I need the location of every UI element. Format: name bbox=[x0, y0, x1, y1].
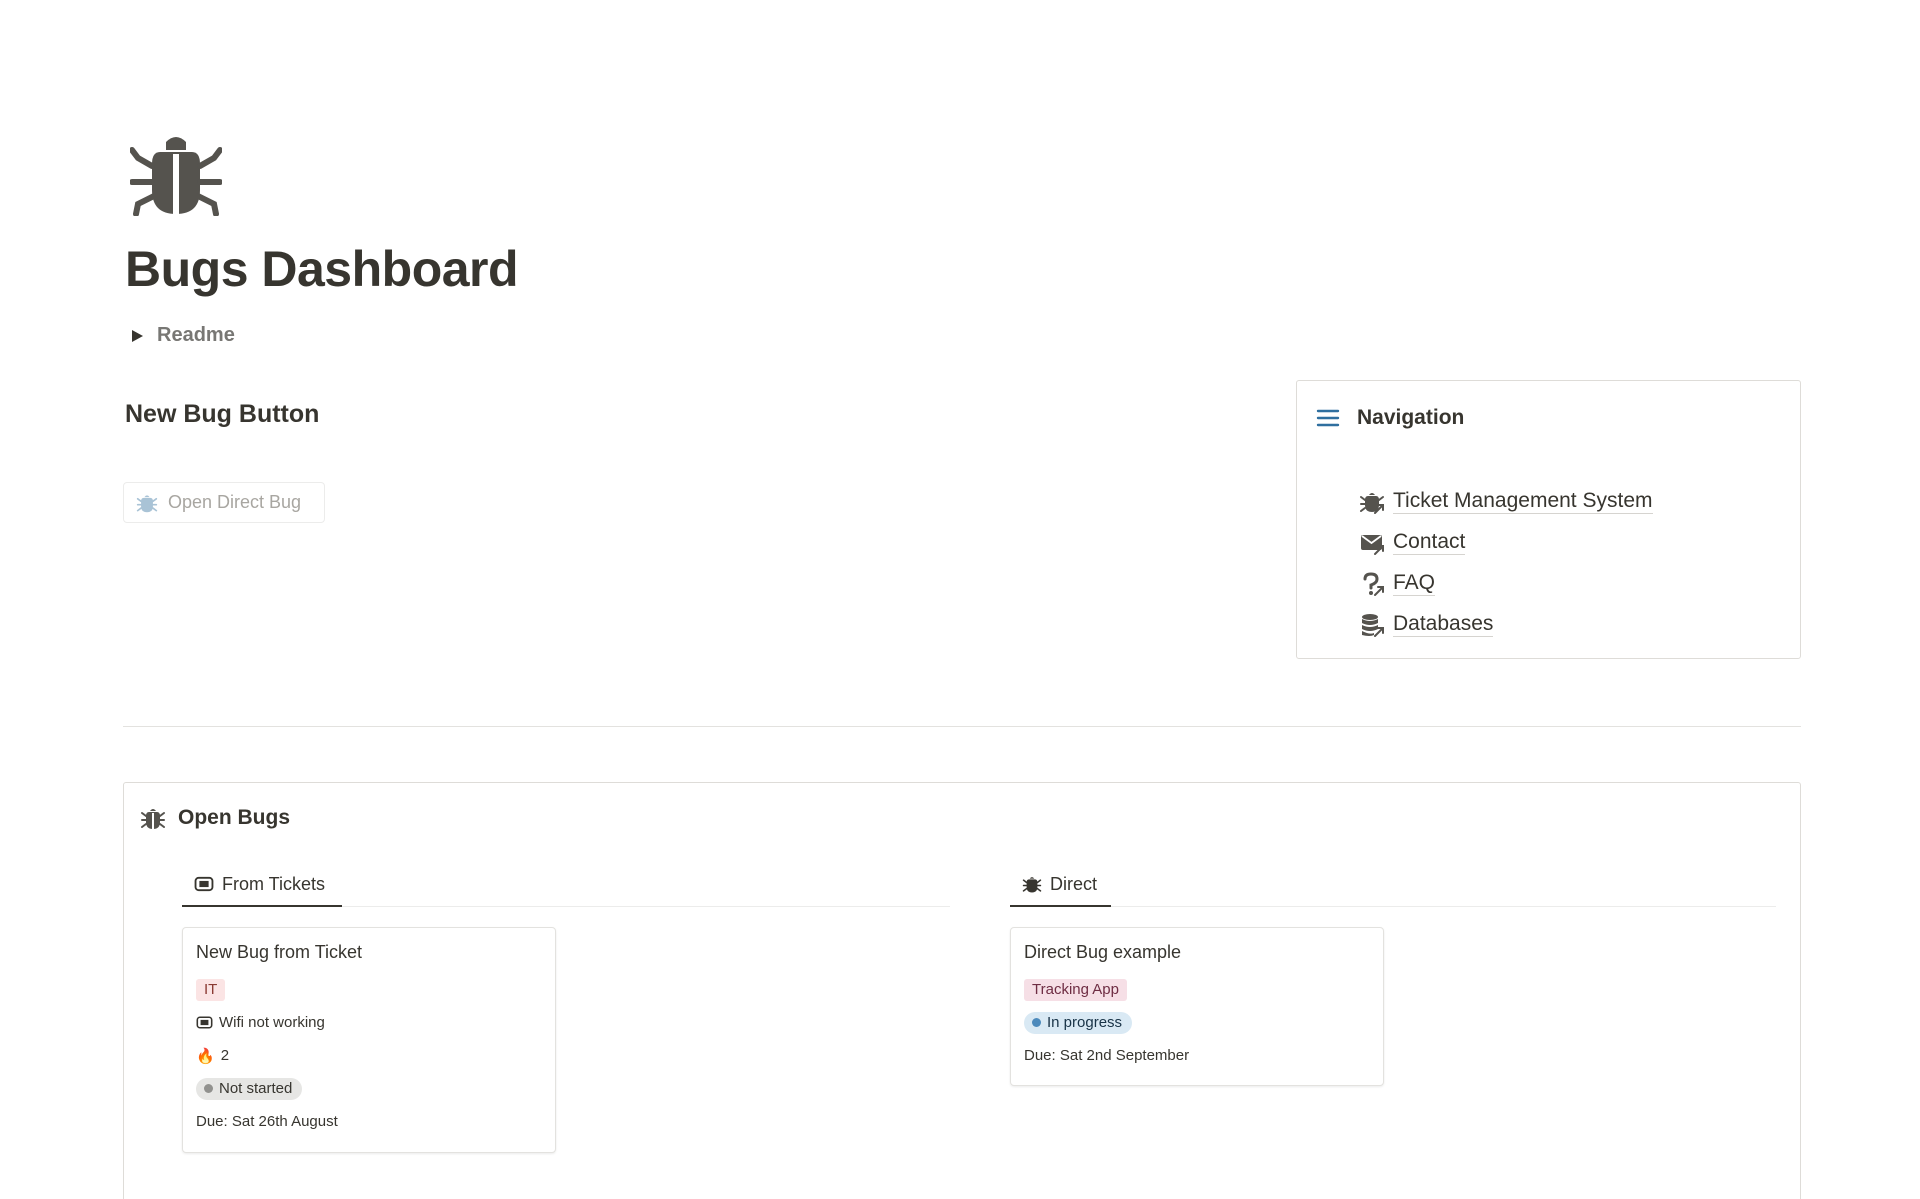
question-link-icon bbox=[1363, 571, 1384, 596]
new-bug-heading: New Bug Button bbox=[125, 400, 320, 428]
status-label: In progress bbox=[1047, 1013, 1123, 1031]
tabbar-from-tickets: From Tickets bbox=[182, 863, 950, 907]
bug-link-icon bbox=[1360, 492, 1384, 514]
status-dot-icon bbox=[1032, 1018, 1041, 1027]
status-dot-icon bbox=[204, 1084, 213, 1093]
priority-value: 2 bbox=[220, 1047, 230, 1064]
nav-item-faq[interactable]: FAQ bbox=[1359, 563, 1653, 604]
bug-card-title: Direct Bug example bbox=[1024, 942, 1182, 962]
category-tag: IT bbox=[196, 978, 226, 1001]
open-direct-bug-label: Open Direct Bug bbox=[168, 492, 302, 512]
card-tag-row: IT bbox=[196, 973, 542, 1006]
bug-icon bbox=[1022, 877, 1042, 893]
readme-toggle[interactable]: Readme bbox=[132, 324, 235, 347]
card-priority-row: 🔥 2 bbox=[196, 1039, 542, 1072]
linked-ticket: Wifi not working bbox=[219, 1014, 325, 1031]
database-link-icon bbox=[1362, 613, 1384, 637]
nav-item-label: FAQ bbox=[1393, 571, 1436, 596]
bug-card[interactable]: Direct Bug example Tracking App In progr… bbox=[1010, 927, 1384, 1086]
bug-icon bbox=[141, 809, 165, 829]
due-date: Due: Sat 26th August bbox=[196, 1113, 338, 1130]
status-badge: In progress bbox=[1024, 1011, 1133, 1034]
open-bugs-title: Open Bugs bbox=[178, 806, 291, 829]
category-tag: Tracking App bbox=[1024, 978, 1127, 1001]
nav-item-contact[interactable]: Contact bbox=[1359, 522, 1653, 563]
bug-icon bbox=[136, 494, 158, 512]
tab-direct[interactable]: Direct bbox=[1010, 863, 1111, 907]
tab-label: From Tickets bbox=[222, 873, 326, 894]
card-status-row: Not started bbox=[196, 1072, 542, 1105]
card-ticket-row: Wifi not working bbox=[196, 1006, 542, 1039]
menu-icon bbox=[1316, 409, 1340, 427]
tab-label: Direct bbox=[1050, 873, 1098, 894]
page-title: Bugs Dashboard bbox=[125, 241, 519, 297]
nav-item-label: Ticket Management System bbox=[1393, 489, 1653, 514]
mail-link-icon bbox=[1361, 534, 1384, 555]
ticket-icon bbox=[194, 876, 214, 892]
open-bugs-panel: Open Bugs From Tickets Direct New Bug fr… bbox=[123, 782, 1801, 1199]
card-status-row: In progress bbox=[1024, 1006, 1370, 1039]
status-label: Not started bbox=[219, 1079, 293, 1097]
navigation-panel: Navigation Ticket Management System Cont… bbox=[1296, 380, 1801, 659]
navigation-header: Navigation bbox=[1315, 405, 1464, 431]
nav-item-databases[interactable]: Databases bbox=[1359, 604, 1653, 645]
bug-card-title: New Bug from Ticket bbox=[196, 942, 363, 962]
nav-item-label: Contact bbox=[1393, 530, 1466, 555]
bug-icon bbox=[130, 137, 222, 216]
bug-card[interactable]: New Bug from Ticket IT Wifi not working … bbox=[182, 927, 556, 1153]
open-direct-bug-button[interactable]: Open Direct Bug bbox=[123, 482, 325, 523]
status-badge: Not started bbox=[196, 1077, 303, 1100]
card-due-row: Due: Sat 2nd September bbox=[1024, 1039, 1370, 1072]
tabbar-direct: Direct bbox=[1010, 863, 1776, 907]
card-tag-row: Tracking App bbox=[1024, 973, 1370, 1006]
due-date: Due: Sat 2nd September bbox=[1024, 1047, 1190, 1064]
fire-icon: 🔥 bbox=[196, 1047, 215, 1065]
readme-label: Readme bbox=[157, 324, 235, 346]
tab-from-tickets[interactable]: From Tickets bbox=[182, 863, 342, 907]
nav-item-label: Databases bbox=[1393, 612, 1494, 637]
navigation-title: Navigation bbox=[1357, 406, 1465, 429]
navigation-list: Ticket Management System Contact FAQ Dat… bbox=[1359, 481, 1653, 645]
divider bbox=[123, 726, 1801, 727]
triangle-right-icon bbox=[132, 329, 143, 342]
open-bugs-header: Open Bugs bbox=[140, 805, 290, 831]
nav-item-ticket-management-system[interactable]: Ticket Management System bbox=[1359, 481, 1653, 522]
ticket-icon bbox=[196, 1016, 213, 1029]
card-due-row: Due: Sat 26th August bbox=[196, 1105, 542, 1138]
